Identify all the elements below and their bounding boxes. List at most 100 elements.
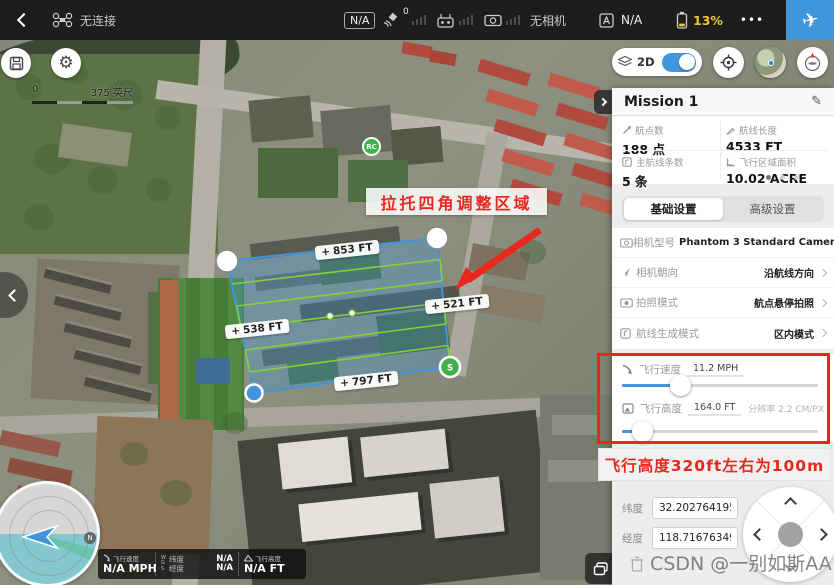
satellite-status: 0 <box>382 0 426 40</box>
nudge-up-button[interactable] <box>784 497 797 510</box>
chevron-right-icon <box>599 98 607 106</box>
annotation-arrow <box>455 230 540 290</box>
back-button[interactable] <box>8 0 40 40</box>
locate-me-button[interactable] <box>713 47 744 78</box>
altitude-slider-thumb[interactable] <box>632 421 653 442</box>
nudge-center-button[interactable] <box>778 522 803 547</box>
chevron-right-icon <box>819 329 827 337</box>
takeoff-button[interactable]: ✈ <box>786 0 834 40</box>
settings-list: 相机型号 Phantom 3 Standard Camera 相机朝向 沿航线方… <box>612 228 834 349</box>
mission-settings-button[interactable]: ⚙ <box>51 48 81 78</box>
attitude-icon <box>802 52 823 73</box>
mission-polygon-overlay: S <box>0 40 612 585</box>
telemetry-lat-label: 纬度 <box>169 555 184 564</box>
camera-status: 无相机 <box>530 12 566 29</box>
setting-photo-mode[interactable]: 拍照模式 航点悬停拍照 <box>612 288 834 318</box>
area-icon <box>726 158 735 167</box>
settings-tabs: 基础设置 高级设置 <box>622 196 824 222</box>
speed-slider[interactable] <box>622 384 818 387</box>
collapse-panel-tab[interactable] <box>594 90 612 114</box>
flight-mode-icon <box>598 12 615 29</box>
drone-icon <box>52 12 73 28</box>
move-handle-icon: + <box>321 246 331 259</box>
photo-mode-icon <box>620 298 633 308</box>
setting-camera-model[interactable]: 相机型号 Phantom 3 Standard Camera <box>612 228 834 258</box>
airplane-icon: ✈ <box>799 7 820 34</box>
minimap-position-dot <box>768 60 774 66</box>
stat-length-label: 航线长度 <box>739 123 777 137</box>
corner-handle-bottom-left[interactable] <box>246 385 263 402</box>
aircraft-arrow-icon <box>21 524 61 550</box>
waypoints-icon <box>622 126 631 135</box>
latitude-input[interactable] <box>652 497 738 519</box>
compass-north-badge: N <box>84 532 96 544</box>
telemetry-bar: 飞行速度 N/A MPH WGS 纬度N/A 经度N/A 飞行高度 N/A FT <box>98 549 306 579</box>
speed-slider-thumb[interactable] <box>670 375 691 396</box>
chevron-left-icon <box>17 13 31 27</box>
wgs-label: WGS <box>161 556 166 573</box>
flight-mode-status: N/A <box>598 0 642 40</box>
latitude-label: 纬度 <box>622 501 646 516</box>
stat-lines-label: 主航线条数 <box>636 155 684 169</box>
map-mode-pill: 2D <box>612 48 702 76</box>
direction-icon <box>620 267 631 278</box>
setting-route-mode[interactable]: 航线生成模式 区内模式 <box>612 318 834 348</box>
rc-signal-status <box>436 0 473 40</box>
save-mission-button[interactable] <box>1 48 31 78</box>
move-handle-icon: + <box>231 325 241 338</box>
flight-speed-icon <box>622 364 633 375</box>
mission-panel: Mission 1 ✎ 航点数 188 点 航线长度 <box>612 88 834 585</box>
mission-stats: 航点数 188 点 航线长度 4533 FT <box>612 116 834 184</box>
tab-advanced-settings[interactable]: 高级设置 <box>723 198 822 220</box>
layers-icon <box>593 562 609 576</box>
start-point-label: S <box>447 364 453 374</box>
nudge-right-button[interactable] <box>815 528 828 541</box>
minimap-button[interactable] <box>755 47 786 78</box>
chevron-left-icon <box>8 289 21 302</box>
camera-signal-status: 无相机 <box>484 0 566 40</box>
tab-basic-settings[interactable]: 基础设置 <box>624 198 723 220</box>
altitude-value: 164.0 FT <box>688 402 741 416</box>
battery-icon <box>676 11 688 29</box>
flight-mode-value: N/A <box>621 13 642 27</box>
corner-handle-top-left[interactable] <box>217 251 238 272</box>
satellite-signal-bars <box>412 15 426 25</box>
stats-page-dots[interactable] <box>766 175 799 180</box>
mission-header: Mission 1 ✎ <box>612 88 834 116</box>
nudge-left-button[interactable] <box>753 528 766 541</box>
connection-status: 无连接 <box>80 12 116 29</box>
chevron-right-icon <box>819 268 827 276</box>
waypoint-dot <box>349 310 355 316</box>
edit-mission-button[interactable]: ✎ <box>811 94 822 109</box>
rc-location-marker: RC <box>362 137 381 156</box>
route-length-icon <box>726 126 735 135</box>
gps-mode-badge: N/A <box>344 0 375 40</box>
telemetry-alt-value: N/A FT <box>244 563 296 575</box>
save-icon <box>9 56 24 71</box>
map-2d-label: 2D <box>637 55 655 69</box>
move-handle-icon: + <box>431 300 441 313</box>
watermark: CSDN @一别如斯AA <box>630 549 832 576</box>
more-icon: ••• <box>740 13 764 27</box>
altitude-slider[interactable] <box>622 430 818 433</box>
battery-status: 13% <box>676 0 723 40</box>
map-2d-toggle[interactable] <box>662 53 696 72</box>
corner-handle-top-right[interactable] <box>427 228 448 249</box>
speed-value: 11.2 MPH <box>687 363 744 377</box>
camera-signal-bars <box>506 15 520 25</box>
telemetry-speed-value: N/A MPH <box>103 563 150 575</box>
altitude-label: 飞行高度 <box>640 401 682 416</box>
stat-area-label: 飞行区域面积 <box>739 155 796 169</box>
crosshair-icon <box>720 54 737 71</box>
setting-camera-direction[interactable]: 相机朝向 沿航线方向 <box>612 258 834 288</box>
telemetry-lng-value: N/A <box>216 564 233 573</box>
app-screen: S +853 FT +521 FT +538 FT +797 FT RC 拉托四… <box>0 0 834 585</box>
annotation-drag-corners: 拉托四角调整区域 <box>366 188 547 215</box>
longitude-input[interactable] <box>652 527 738 549</box>
more-menu-button[interactable]: ••• <box>730 0 774 40</box>
battery-percent: 13% <box>693 13 723 28</box>
telemetry-lng-label: 经度 <box>169 564 184 573</box>
layers-stack-icon <box>618 56 632 68</box>
attitude-indicator-button[interactable] <box>797 47 828 78</box>
satellite-icon <box>382 12 400 28</box>
